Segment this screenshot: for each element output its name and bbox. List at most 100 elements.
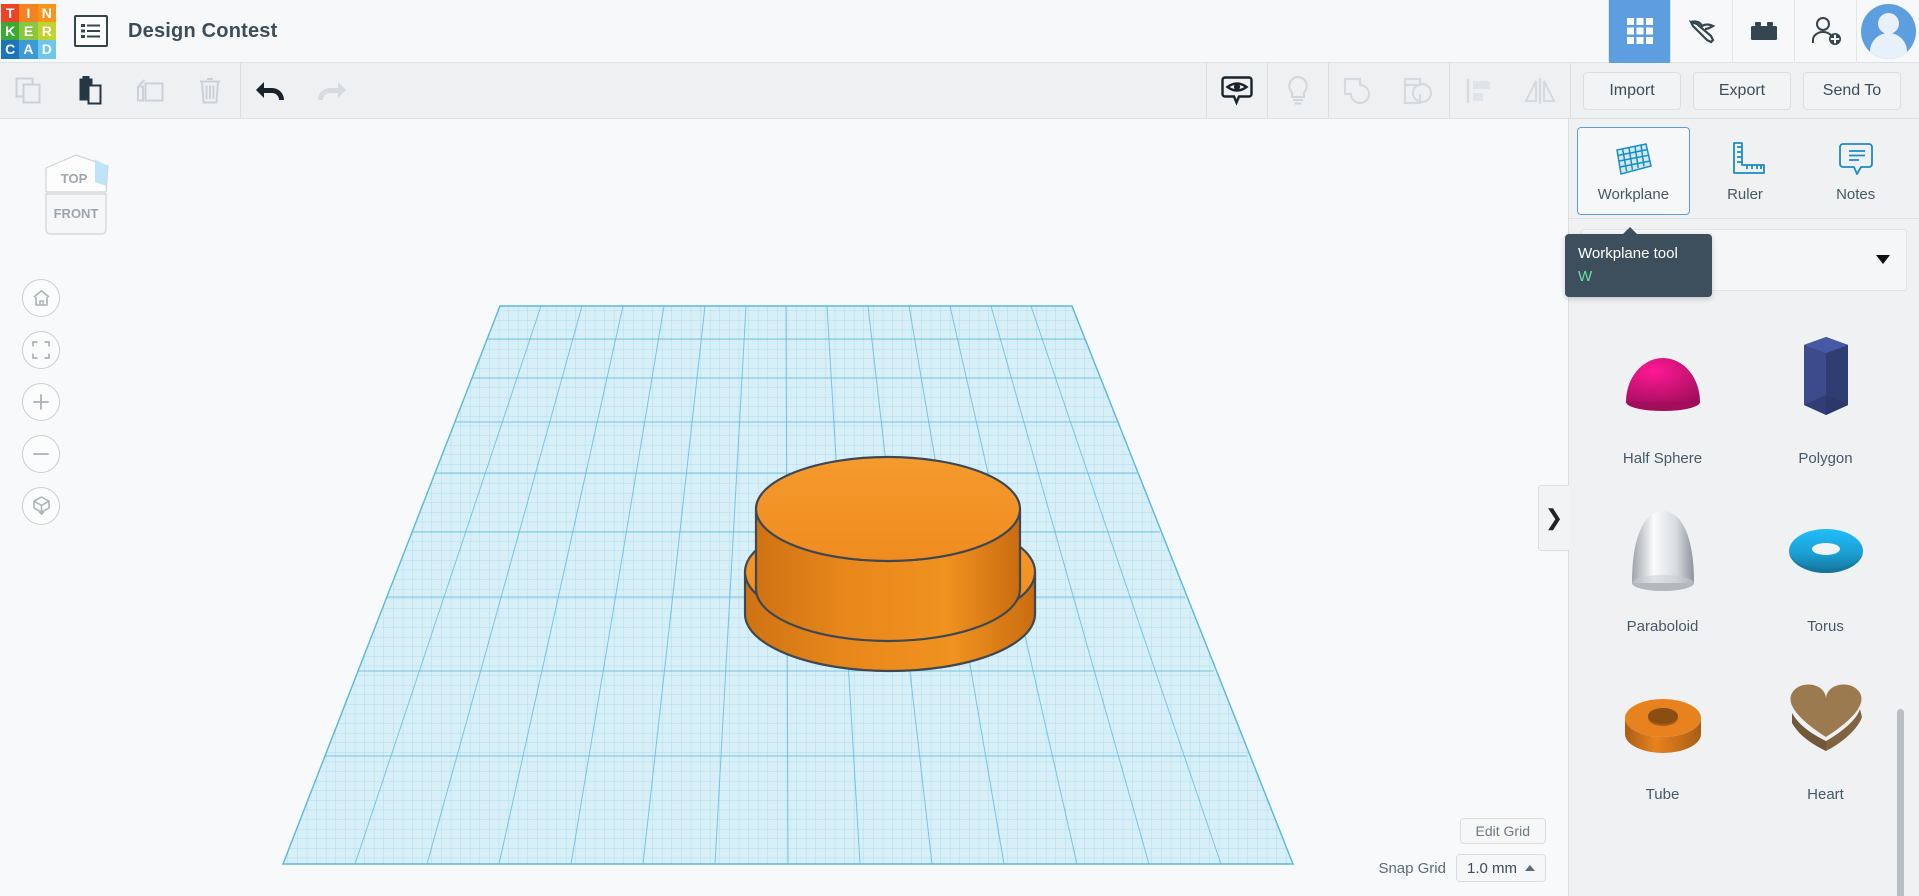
- shape-item-tube[interactable]: Tube: [1581, 655, 1744, 813]
- toolbar-divider-6: [1570, 62, 1571, 119]
- snap-grid-label: Snap Grid: [1378, 859, 1446, 877]
- show-hide-button[interactable]: [1207, 63, 1267, 119]
- ruler-tool[interactable]: Ruler: [1690, 127, 1801, 215]
- half-sphere-icon: [1581, 319, 1744, 446]
- align-button[interactable]: [1450, 63, 1510, 119]
- shape-item-heart[interactable]: Heart: [1744, 655, 1907, 813]
- group-button[interactable]: [1329, 63, 1389, 119]
- hint-lightbulb-button[interactable]: [1268, 63, 1328, 119]
- notes-tool[interactable]: Notes: [1800, 127, 1911, 215]
- shape-item-torus[interactable]: Torus: [1744, 487, 1907, 645]
- snap-grid-select[interactable]: 1.0 mm: [1455, 854, 1546, 882]
- snap-grid-value: 1.0 mm: [1466, 859, 1517, 877]
- minecraft-pickaxe-icon[interactable]: [1670, 0, 1732, 63]
- shape-item-paraboloid[interactable]: Paraboloid: [1581, 487, 1744, 645]
- lightbulb-icon: [1288, 75, 1308, 104]
- blocks-brick-icon[interactable]: [1732, 0, 1794, 63]
- copy-icon: [15, 77, 41, 103]
- tinkercad-app: TINKERCAD Design Contest Import Export S…: [0, 0, 1919, 896]
- paste-button[interactable]: [60, 63, 120, 119]
- import-button[interactable]: Import: [1583, 71, 1681, 110]
- shape-item-label: Heart: [1807, 786, 1844, 803]
- grid-3x3-glyph: [1626, 18, 1653, 44]
- logo-tile-c: C: [1, 40, 20, 59]
- view-cube-top-label: TOP: [61, 171, 88, 186]
- export-button[interactable]: Export: [1693, 71, 1791, 110]
- perspective-toggle-button[interactable]: [22, 487, 60, 525]
- workplane-icon: [1616, 142, 1653, 175]
- 3d-designs-icon[interactable]: [1608, 0, 1670, 63]
- shape-item-label: Torus: [1807, 618, 1844, 635]
- ruler-tool-label: Ruler: [1727, 185, 1763, 203]
- add-user-glyph: [1811, 17, 1841, 45]
- group-shapes-icon: [1343, 77, 1371, 104]
- document-list-icon[interactable]: [74, 15, 108, 47]
- shape-item-label: Polygon: [1798, 450, 1853, 467]
- tinkercad-logo[interactable]: TINKERCAD: [1, 3, 56, 59]
- shape-item-label: Half Sphere: [1622, 450, 1703, 467]
- avatar[interactable]: [1856, 0, 1919, 63]
- workplane-tool-label: Workplane: [1597, 185, 1670, 203]
- paste-icon: [79, 75, 102, 104]
- invite-person-icon[interactable]: [1794, 0, 1856, 63]
- mirror-button[interactable]: [1510, 63, 1570, 119]
- lego-brick-glyph: [1750, 22, 1777, 40]
- logo-tile-k: K: [1, 21, 20, 41]
- home-icon: [32, 290, 50, 306]
- eye-visibility-icon: [1221, 75, 1253, 106]
- redo-button[interactable]: [301, 63, 361, 119]
- avatar-image: [1860, 3, 1916, 59]
- fit-to-view-button[interactable]: [22, 331, 60, 369]
- top-bar: TINKERCAD Design Contest: [0, 0, 1919, 63]
- align-icon: [1466, 78, 1490, 103]
- design-viewport[interactable]: Workplane TOP FRONT: [0, 119, 1568, 896]
- heart-icon: [1744, 655, 1907, 782]
- chevron-right-icon[interactable]: ❯: [1538, 485, 1569, 551]
- duplicate-icon: [137, 78, 164, 101]
- ungroup-button[interactable]: [1389, 63, 1449, 119]
- delete-button[interactable]: [180, 63, 240, 119]
- undo-button[interactable]: [241, 63, 301, 119]
- chevron-down-icon: [1876, 251, 1890, 269]
- snap-grid-row: Snap Grid 1.0 mm: [1378, 854, 1546, 882]
- shape-library-grid[interactable]: Half Sphere Polygon Paraboloid Torus Tub…: [1581, 319, 1907, 896]
- pickaxe-glyph: [1688, 20, 1715, 44]
- zoom-in-button[interactable]: [22, 383, 60, 421]
- viewport-nav-buttons: [22, 279, 60, 539]
- notes-tool-label: Notes: [1836, 185, 1876, 203]
- ungroup-shapes-icon: [1403, 77, 1433, 104]
- redo-arrow-icon: [318, 81, 346, 100]
- minus-icon: [33, 453, 49, 455]
- logo-tile-n: N: [37, 3, 56, 22]
- workplane-grid: [281, 305, 1295, 865]
- polygon-icon: [1744, 319, 1907, 446]
- trash-icon: [200, 77, 220, 103]
- shape-item-polygon[interactable]: Polygon: [1744, 319, 1907, 477]
- workplane-tool[interactable]: Workplane: [1577, 127, 1690, 215]
- cylinder-stack-object: [743, 455, 1037, 673]
- tooltip-arrow: [1622, 227, 1638, 235]
- duplicate-button[interactable]: [120, 63, 180, 119]
- document-list-glyph: [81, 24, 100, 38]
- tooltip-shortcut: W: [1578, 267, 1593, 285]
- ruler-icon: [1733, 141, 1765, 174]
- shape-panel-scrollbar[interactable]: [1897, 709, 1904, 896]
- home-view-button[interactable]: [22, 279, 60, 317]
- view-cube[interactable]: TOP FRONT: [33, 146, 119, 241]
- shape-item-half-sphere[interactable]: Half Sphere: [1581, 319, 1744, 477]
- mirror-flip-icon: [1524, 77, 1556, 104]
- view-cube-glyph: TOP FRONT: [45, 154, 109, 235]
- logo-tile-r: R: [37, 21, 56, 41]
- view-cube-front-label: FRONT: [54, 206, 99, 221]
- helper-tools: Workplane Ruler Notes: [1569, 119, 1919, 219]
- fit-view-icon: [32, 341, 50, 359]
- copy-button[interactable]: [0, 63, 60, 119]
- logo-tile-t: T: [1, 3, 20, 22]
- tooltip-title: Workplane tool: [1578, 245, 1678, 262]
- zoom-out-button[interactable]: [22, 435, 60, 473]
- logo-tile-e: E: [19, 21, 38, 41]
- logo-tile-a: A: [19, 40, 38, 59]
- shape-item-label: Tube: [1645, 786, 1680, 803]
- send-to-button[interactable]: Send To: [1803, 71, 1901, 110]
- edit-grid-button[interactable]: Edit Grid: [1459, 818, 1546, 844]
